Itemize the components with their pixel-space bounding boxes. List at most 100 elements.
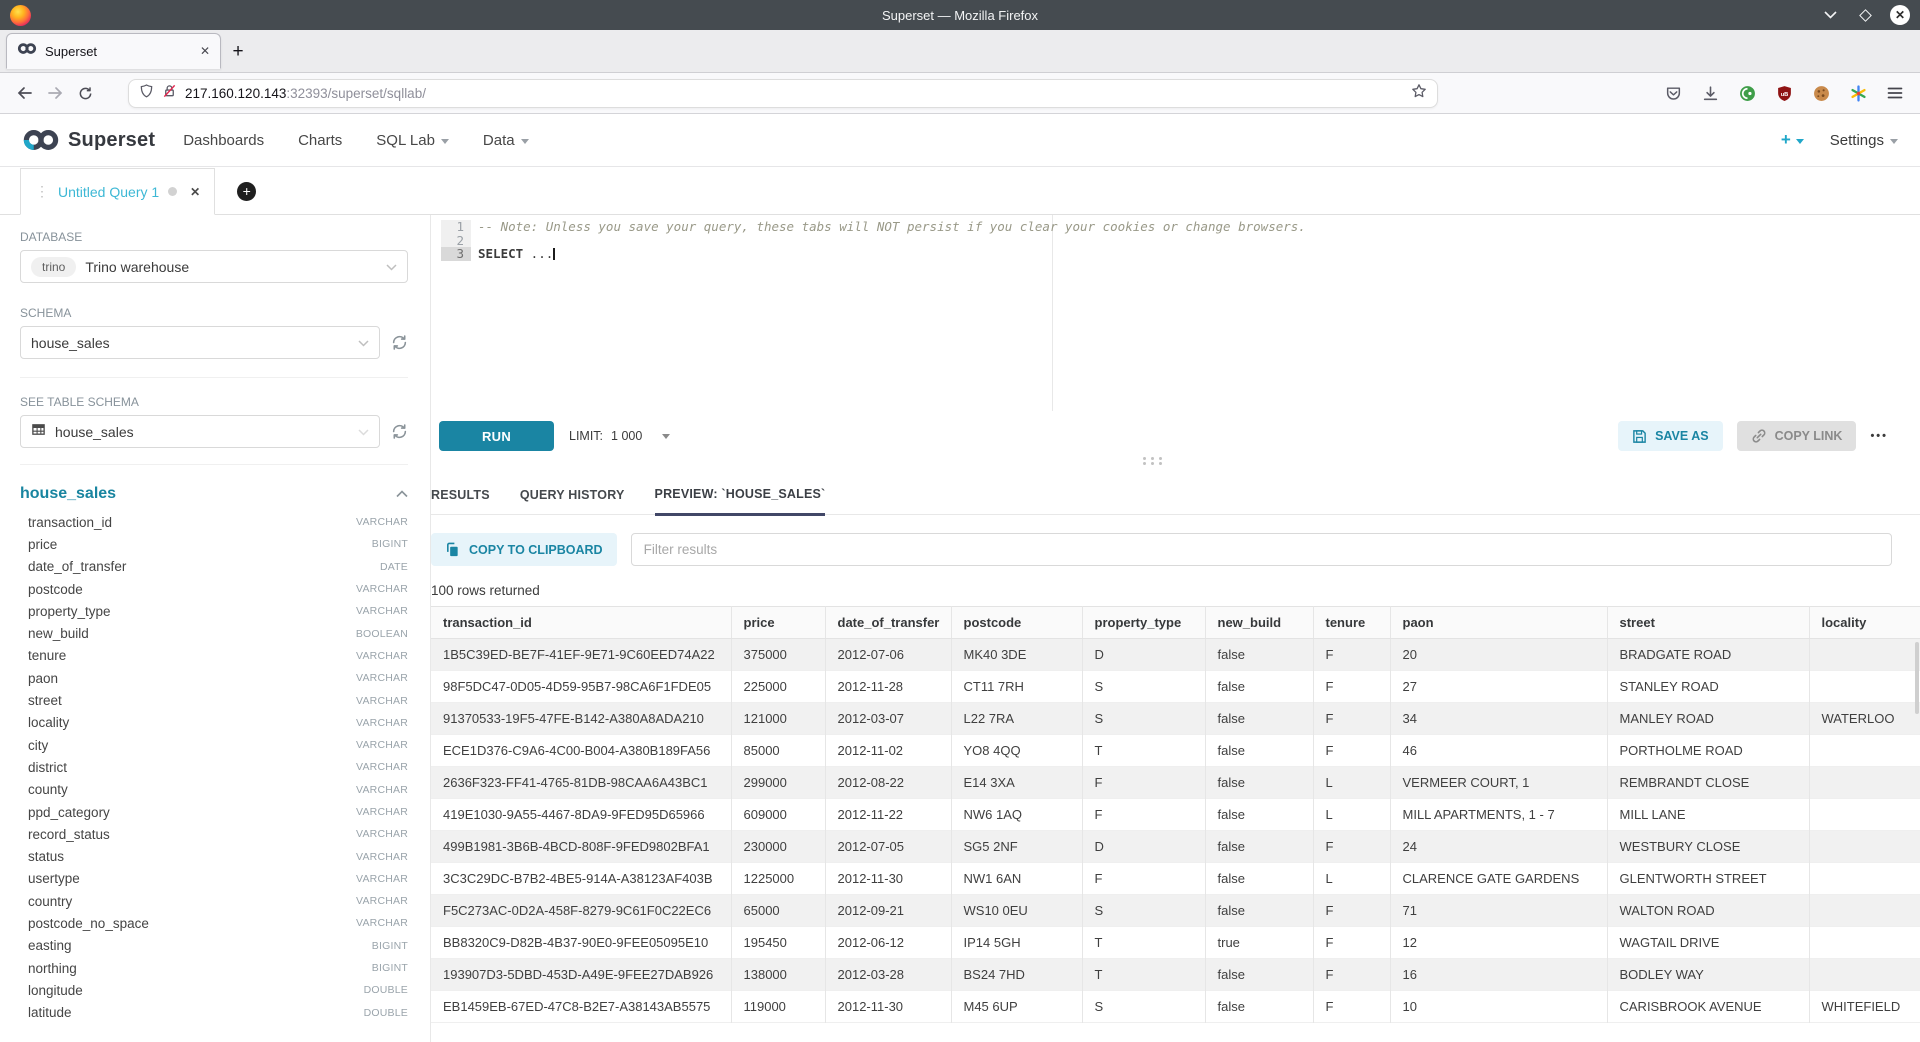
pocket-icon[interactable]: [1664, 84, 1682, 102]
nav-item-label: Data: [483, 132, 515, 149]
table-cell: CARISBROOK AVENUE: [1607, 991, 1809, 1023]
schema-column-row: northingBIGINT: [28, 957, 408, 979]
table-select[interactable]: house_sales: [20, 415, 380, 448]
column-header-tenure[interactable]: tenure: [1313, 607, 1390, 639]
nav-item-data[interactable]: Data: [483, 132, 529, 149]
schema-column-row: date_of_transferDATE: [28, 556, 408, 578]
sql-statement-line: SELECT ...: [478, 247, 1900, 261]
sql-editor[interactable]: 1 2 3 -- Note: Unless you save your quer…: [431, 215, 1920, 411]
url-bar[interactable]: 217.160.120.143:32393/superset/sqllab/: [128, 79, 1438, 108]
column-header-price[interactable]: price: [731, 607, 825, 639]
database-select[interactable]: trino Trino warehouse: [20, 250, 408, 283]
table-cell: 2012-11-28: [825, 671, 951, 703]
column-name: postcode: [28, 582, 83, 597]
table-cell: S: [1082, 991, 1205, 1023]
url-text[interactable]: 217.160.120.143:32393/superset/sqllab/: [185, 86, 1403, 101]
query-tab-close-icon[interactable]: ✕: [190, 185, 200, 199]
bookmark-star-icon[interactable]: [1411, 83, 1427, 104]
refresh-tables-icon[interactable]: [391, 423, 408, 440]
more-options-icon[interactable]: •••: [1870, 430, 1888, 442]
table-row: ECE1D376-C9A6-4C00-B004-A380B189FA568500…: [431, 735, 1920, 767]
table-cell: true: [1205, 927, 1313, 959]
column-type: VARCHAR: [356, 784, 408, 796]
filter-results-input[interactable]: [631, 533, 1892, 566]
forward-icon[interactable]: [40, 79, 70, 107]
browser-tab-superset[interactable]: Superset ✕: [6, 33, 221, 69]
query-tab[interactable]: ⋮ Untitled Query 1 ✕: [20, 168, 215, 215]
window-maximize-icon[interactable]: [1855, 5, 1875, 25]
window-close-icon[interactable]: ✕: [1890, 5, 1910, 25]
limit-value: 1 000: [611, 429, 642, 443]
table-cell: 121000: [731, 703, 825, 735]
table-scrollbar[interactable]: [1915, 642, 1919, 714]
column-name: property_type: [28, 604, 111, 619]
editor-gutter: 1 2 3: [441, 220, 471, 261]
column-header-locality[interactable]: locality: [1809, 607, 1920, 639]
nav-item-dashboards[interactable]: Dashboards: [183, 132, 264, 149]
reload-icon[interactable]: [70, 79, 100, 107]
tab-state-dot-icon: [168, 187, 177, 196]
window-minimize-icon[interactable]: [1820, 5, 1840, 25]
add-query-tab-button[interactable]: +: [237, 182, 256, 201]
ublock-shield-icon[interactable]: uB: [1775, 84, 1793, 102]
drag-handle-icon[interactable]: ⋮: [35, 183, 49, 200]
shield-icon[interactable]: [139, 83, 154, 104]
column-header-property-type[interactable]: property_type: [1082, 607, 1205, 639]
table-row: 98F5DC47-0D05-4D59-95B7-98CA6F1FDE052250…: [431, 671, 1920, 703]
back-icon[interactable]: [10, 79, 40, 107]
column-header-paon[interactable]: paon: [1390, 607, 1607, 639]
column-header-date-of-transfer[interactable]: date_of_transfer: [825, 607, 951, 639]
table-cell: 119000: [731, 991, 825, 1023]
query-tabs-bar: ⋮ Untitled Query 1 ✕ +: [0, 167, 1920, 215]
table-cell: F: [1313, 735, 1390, 767]
menu-hamburger-icon[interactable]: [1886, 84, 1904, 102]
column-header-street[interactable]: street: [1607, 607, 1809, 639]
copy-to-clipboard-button[interactable]: COPY TO CLIPBOARD: [431, 533, 617, 566]
table-cell: false: [1205, 703, 1313, 735]
settings-menu[interactable]: Settings: [1830, 132, 1898, 149]
results-tab-preview[interactable]: PREVIEW: `HOUSE_SALES`: [655, 487, 826, 516]
add-new-button[interactable]: +: [1781, 130, 1804, 150]
cookie-extension-icon[interactable]: [1812, 84, 1830, 102]
schema-select[interactable]: house_sales: [20, 326, 380, 359]
limit-dropdown[interactable]: LIMIT: 1 000: [569, 429, 670, 443]
window-title: Superset — Mozilla Firefox: [0, 8, 1920, 23]
table-cell: 24: [1390, 831, 1607, 863]
table-cell: SG5 2NF: [951, 831, 1082, 863]
column-header-transaction-id[interactable]: transaction_id: [431, 607, 731, 639]
tab-close-icon[interactable]: ✕: [200, 44, 210, 58]
insecure-lock-icon[interactable]: [162, 83, 177, 104]
superset-logo[interactable]: Superset: [22, 128, 155, 152]
results-tab-results[interactable]: RESULTS: [431, 488, 490, 514]
run-button[interactable]: RUN: [439, 421, 554, 451]
table-cell: 2012-07-06: [825, 639, 951, 671]
column-type: VARCHAR: [356, 605, 408, 617]
save-as-button[interactable]: SAVE AS: [1618, 421, 1723, 451]
query-tab-title[interactable]: Untitled Query 1: [58, 184, 159, 200]
table-cell: D: [1082, 639, 1205, 671]
colorful-asterisk-extension-icon[interactable]: [1849, 84, 1867, 102]
column-header-postcode[interactable]: postcode: [951, 607, 1082, 639]
refresh-schemas-icon[interactable]: [391, 334, 408, 351]
resize-grip-icon[interactable]: [1143, 457, 1165, 465]
table-cell: F: [1313, 959, 1390, 991]
green-extension-icon[interactable]: [1738, 84, 1756, 102]
table-cell: 499B1981-3B6B-4BCD-808F-9FED9802BFA1: [431, 831, 731, 863]
table-cell: [1809, 767, 1920, 799]
nav-item-charts[interactable]: Charts: [298, 132, 342, 149]
schema-column-row: districtVARCHAR: [28, 756, 408, 778]
schema-column-list: transaction_idVARCHARpriceBIGINTdate_of_…: [20, 511, 408, 1024]
new-tab-button[interactable]: +: [221, 35, 255, 69]
divider: [20, 464, 408, 465]
nav-item-sql-lab[interactable]: SQL Lab: [376, 132, 449, 149]
table-name-heading[interactable]: house_sales: [20, 485, 116, 503]
schema-column-row: countryVARCHAR: [28, 890, 408, 912]
schema-column-row: new_buildBOOLEAN: [28, 622, 408, 644]
editor-code[interactable]: -- Note: Unless you save your query, the…: [478, 220, 1900, 261]
copy-link-button[interactable]: COPY LINK: [1737, 421, 1857, 451]
table-cell: MILL LANE: [1607, 799, 1809, 831]
download-icon[interactable]: [1701, 84, 1719, 102]
column-header-new-build[interactable]: new_build: [1205, 607, 1313, 639]
results-tab-query-history[interactable]: QUERY HISTORY: [520, 488, 625, 514]
collapse-chevron-up-icon[interactable]: [396, 485, 408, 503]
